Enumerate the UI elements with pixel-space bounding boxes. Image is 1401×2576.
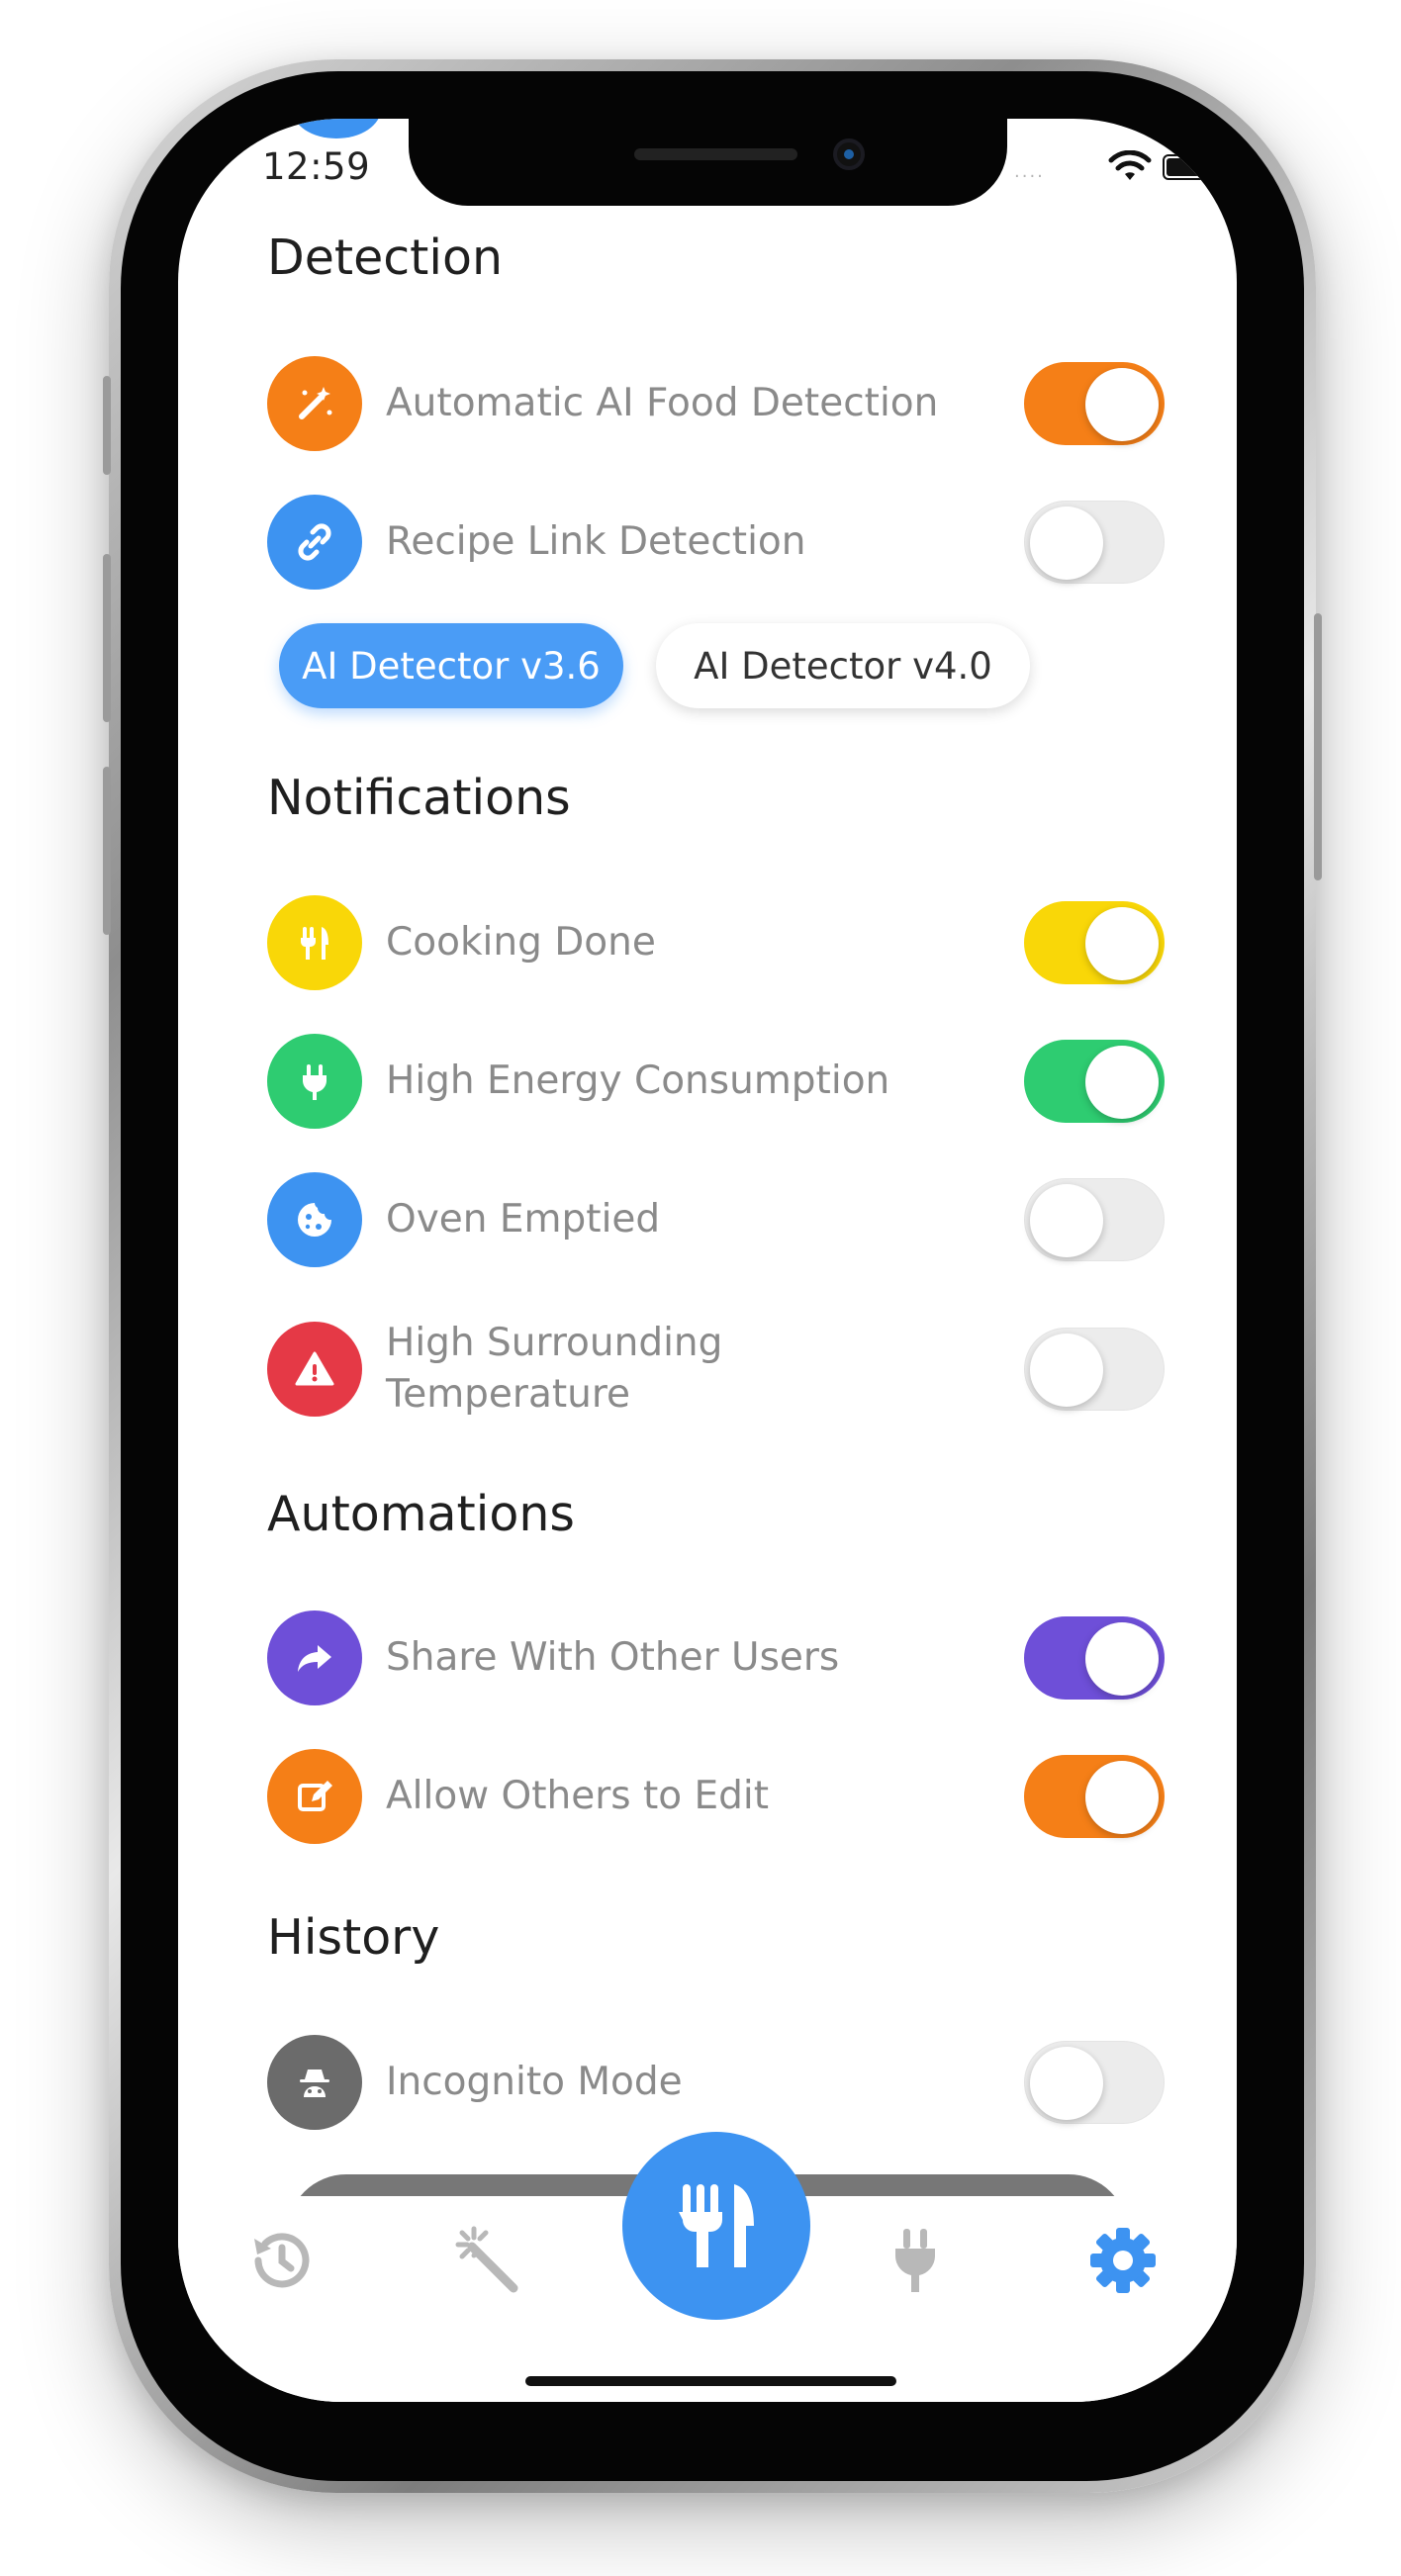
detector-v40-chip[interactable]: AI Detector v4.0 bbox=[656, 623, 1030, 708]
wifi-icon bbox=[1108, 150, 1152, 180]
mute-switch bbox=[103, 376, 111, 475]
setting-label: Oven Emptied bbox=[386, 1197, 661, 1242]
status-time: 12:59 bbox=[262, 145, 371, 188]
detector-v36-chip[interactable]: AI Detector v3.6 bbox=[279, 623, 623, 708]
toggle-knob bbox=[1085, 1622, 1159, 1696]
section-title-history: History bbox=[267, 1909, 440, 1966]
front-camera bbox=[833, 138, 865, 170]
incognito-icon bbox=[267, 2035, 362, 2130]
incognito-toggle[interactable] bbox=[1024, 2041, 1165, 2124]
setting-label: Allow Others to Edit bbox=[386, 1774, 770, 1818]
warning-icon bbox=[267, 1322, 362, 1417]
oven-emptied-toggle[interactable] bbox=[1024, 1178, 1165, 1261]
toggle-knob bbox=[1030, 1334, 1103, 1407]
speaker-grille bbox=[634, 148, 797, 160]
tab-ai-detection[interactable] bbox=[445, 2216, 534, 2305]
recipe-link-detection-toggle[interactable] bbox=[1024, 501, 1165, 584]
gear-icon bbox=[1090, 2228, 1156, 2293]
tab-history[interactable] bbox=[237, 2216, 327, 2305]
toggle-knob bbox=[1085, 907, 1159, 980]
power-button bbox=[1314, 613, 1322, 880]
setting-row-oven-emptied[interactable]: Oven Emptied bbox=[267, 1172, 1165, 1267]
setting-row-allow-edit[interactable]: Allow Others to Edit bbox=[267, 1749, 1165, 1844]
toggle-knob bbox=[1030, 1184, 1103, 1257]
cooking-done-toggle[interactable] bbox=[1024, 901, 1165, 984]
high-temperature-toggle[interactable] bbox=[1024, 1328, 1165, 1411]
toggle-knob bbox=[1085, 1046, 1159, 1119]
status-icons: ···· bbox=[1014, 148, 1217, 187]
history-icon bbox=[254, 2233, 310, 2288]
setting-label: Cooking Done bbox=[386, 920, 656, 965]
setting-label: Recipe Link Detection bbox=[386, 519, 806, 564]
section-title-automations: Automations bbox=[267, 1486, 575, 1542]
share-icon bbox=[267, 1610, 362, 1705]
volume-up-button bbox=[103, 554, 111, 722]
plug-icon bbox=[895, 2229, 935, 2292]
utensils-icon bbox=[267, 895, 362, 990]
section-title-notifications: Notifications bbox=[267, 770, 571, 826]
toggle-knob bbox=[1030, 2047, 1103, 2120]
cookie-icon bbox=[267, 1172, 362, 1267]
volume-down-button bbox=[103, 767, 111, 935]
setting-label: High Energy Consumption bbox=[386, 1058, 890, 1103]
allow-edit-toggle[interactable] bbox=[1024, 1755, 1165, 1838]
device-notch bbox=[409, 119, 1007, 206]
setting-label: Automatic AI Food Detection bbox=[386, 381, 939, 425]
section-title-detection: Detection bbox=[267, 230, 504, 286]
tab-settings[interactable] bbox=[1078, 2216, 1168, 2305]
battery-icon bbox=[1163, 154, 1217, 180]
header-accent-shape bbox=[292, 119, 381, 138]
tab-energy[interactable] bbox=[871, 2216, 960, 2305]
magic-wand-icon bbox=[267, 356, 362, 451]
link-icon bbox=[267, 495, 362, 590]
plug-icon bbox=[267, 1034, 362, 1129]
setting-row-share-users[interactable]: Share With Other Users bbox=[267, 1610, 1165, 1705]
edit-icon bbox=[267, 1749, 362, 1844]
utensils-icon bbox=[679, 2184, 754, 2267]
setting-label: High Surrounding Temperature bbox=[386, 1311, 722, 1427]
setting-label: Incognito Mode bbox=[386, 2060, 683, 2104]
toggle-knob bbox=[1030, 506, 1103, 580]
toggle-knob bbox=[1085, 1761, 1159, 1834]
setting-row-high-temperature[interactable]: High Surrounding Temperature bbox=[267, 1311, 1165, 1427]
toggle-knob bbox=[1085, 368, 1159, 441]
app-screen: 12:59 ···· Detection Automatic AI Food D… bbox=[178, 119, 1237, 2402]
setting-row-high-energy[interactable]: High Energy Consumption bbox=[267, 1034, 1165, 1129]
setting-row-ai-food-detection[interactable]: Automatic AI Food Detection bbox=[267, 356, 1165, 451]
setting-row-incognito[interactable]: Incognito Mode bbox=[267, 2035, 1165, 2130]
home-indicator[interactable] bbox=[525, 2376, 896, 2386]
setting-row-recipe-link-detection[interactable]: Recipe Link Detection bbox=[267, 495, 1165, 590]
magic-wand-icon bbox=[455, 2226, 518, 2293]
high-energy-toggle[interactable] bbox=[1024, 1040, 1165, 1123]
share-users-toggle[interactable] bbox=[1024, 1616, 1165, 1700]
ai-food-detection-toggle[interactable] bbox=[1024, 362, 1165, 445]
setting-row-cooking-done[interactable]: Cooking Done bbox=[267, 895, 1165, 990]
setting-label-line: High Surrounding bbox=[386, 1321, 723, 1365]
signal-icon: ···· bbox=[1014, 166, 1045, 187]
setting-label-line: Temperature bbox=[386, 1372, 631, 1417]
tab-cooking-fab[interactable] bbox=[622, 2132, 810, 2320]
setting-label: Share With Other Users bbox=[386, 1635, 840, 1680]
